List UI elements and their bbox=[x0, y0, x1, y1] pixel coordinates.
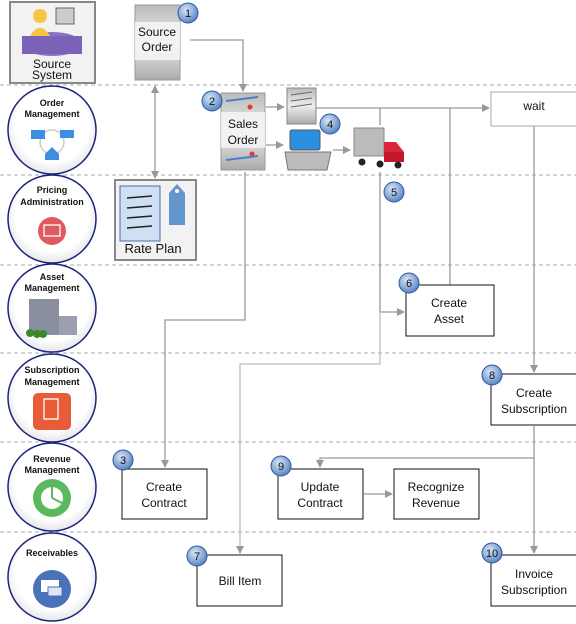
step-label: Contract bbox=[141, 496, 187, 510]
lane-label: Management bbox=[24, 109, 79, 119]
lane-label: Pricing bbox=[37, 185, 68, 195]
svg-text:2: 2 bbox=[209, 96, 215, 108]
step-create-contract[interactable]: Create Contract bbox=[121, 468, 208, 520]
step-badge-3: 3 bbox=[112, 449, 134, 471]
step-invoice-subscription[interactable]: Invoice Subscription bbox=[490, 554, 576, 607]
step-label: wait bbox=[522, 99, 545, 113]
svg-text:7: 7 bbox=[194, 551, 200, 563]
step-create-asset[interactable]: Create Asset bbox=[405, 284, 495, 337]
signed-document-icon bbox=[286, 87, 317, 125]
step-label: Revenue bbox=[412, 496, 460, 510]
laptop-icon bbox=[284, 129, 332, 171]
step-label: Subscription bbox=[501, 583, 567, 597]
document-label: Rate Plan bbox=[124, 241, 181, 256]
step-label: Invoice bbox=[515, 567, 553, 581]
svg-text:10: 10 bbox=[486, 548, 498, 560]
step-label: Asset bbox=[434, 312, 465, 326]
step-badge-7: 7 bbox=[186, 545, 208, 567]
svg-text:1: 1 bbox=[185, 8, 191, 20]
svg-text:4: 4 bbox=[327, 119, 333, 131]
step-label: Recognize bbox=[408, 480, 465, 494]
lane-order-management: Order Management bbox=[7, 85, 97, 175]
lane-source-system: Source System bbox=[9, 1, 96, 84]
svg-text:6: 6 bbox=[406, 278, 412, 290]
document-label: Order bbox=[142, 40, 173, 54]
pricing-icon bbox=[38, 217, 66, 245]
document-label: Order bbox=[228, 133, 259, 147]
step-badge-2: 2 bbox=[201, 90, 223, 112]
svg-text:9: 9 bbox=[278, 461, 284, 473]
lane-pricing-administration: Pricing Administration bbox=[7, 174, 97, 264]
step-badge-8: 8 bbox=[481, 364, 503, 386]
lane-revenue-management: Revenue Management bbox=[7, 442, 97, 532]
scroll-icon bbox=[33, 393, 71, 430]
step-badge-10: 10 bbox=[481, 542, 503, 564]
document-label: Sales bbox=[228, 117, 258, 131]
lane-receivables: Receivables bbox=[7, 532, 97, 622]
step-badge-6: 6 bbox=[398, 272, 420, 294]
step-badge-5: 5 bbox=[383, 181, 405, 203]
step-label: Bill Item bbox=[219, 574, 262, 588]
step-badge-1: 1 bbox=[177, 2, 199, 24]
invoice-envelope-icon bbox=[33, 570, 71, 608]
step-badge-9: 9 bbox=[270, 455, 292, 477]
step-create-subscription[interactable]: Create Subscription bbox=[490, 373, 576, 426]
lane-label: Administration bbox=[20, 197, 84, 207]
lane-label: Subscription bbox=[24, 365, 79, 375]
lane-label: Management bbox=[24, 377, 79, 387]
lane-label: Asset bbox=[40, 272, 65, 282]
step-label: Subscription bbox=[501, 402, 567, 416]
step-recognize-revenue[interactable]: Recognize Revenue bbox=[393, 468, 480, 520]
svg-text:3: 3 bbox=[120, 455, 126, 467]
step-update-contract[interactable]: Update Contract bbox=[277, 468, 364, 520]
step-label: Create bbox=[431, 296, 467, 310]
process-diagram: Source System Order Management Pricing A… bbox=[0, 1, 576, 622]
lane-label: Revenue bbox=[33, 454, 71, 464]
source-order-document[interactable]: Source Order bbox=[134, 4, 181, 81]
rate-plan-document[interactable]: Rate Plan bbox=[114, 179, 197, 261]
step-label: Update bbox=[301, 480, 340, 494]
step-label: Contract bbox=[297, 496, 343, 510]
lane-label: Order bbox=[40, 98, 65, 108]
document-label: Source bbox=[138, 25, 176, 39]
svg-text:8: 8 bbox=[489, 370, 495, 382]
step-label: Create bbox=[516, 386, 552, 400]
step-bill-item[interactable]: Bill Item bbox=[196, 554, 283, 607]
svg-text:5: 5 bbox=[391, 187, 397, 199]
step-wait[interactable]: wait bbox=[490, 91, 576, 127]
lane-label: Management bbox=[24, 283, 79, 293]
step-badge-4: 4 bbox=[319, 113, 341, 135]
truck-icon bbox=[353, 127, 404, 169]
lane-label: Receivables bbox=[26, 548, 78, 558]
lane-subscription-management: Subscription Management bbox=[7, 353, 97, 443]
lane-label: Management bbox=[24, 465, 79, 475]
lane-asset-management: Asset Management bbox=[7, 263, 97, 353]
step-label: Create bbox=[146, 480, 182, 494]
sales-order-document[interactable]: Sales Order bbox=[220, 92, 266, 171]
lane-label: System bbox=[32, 68, 72, 82]
pie-chart-icon bbox=[33, 479, 71, 517]
